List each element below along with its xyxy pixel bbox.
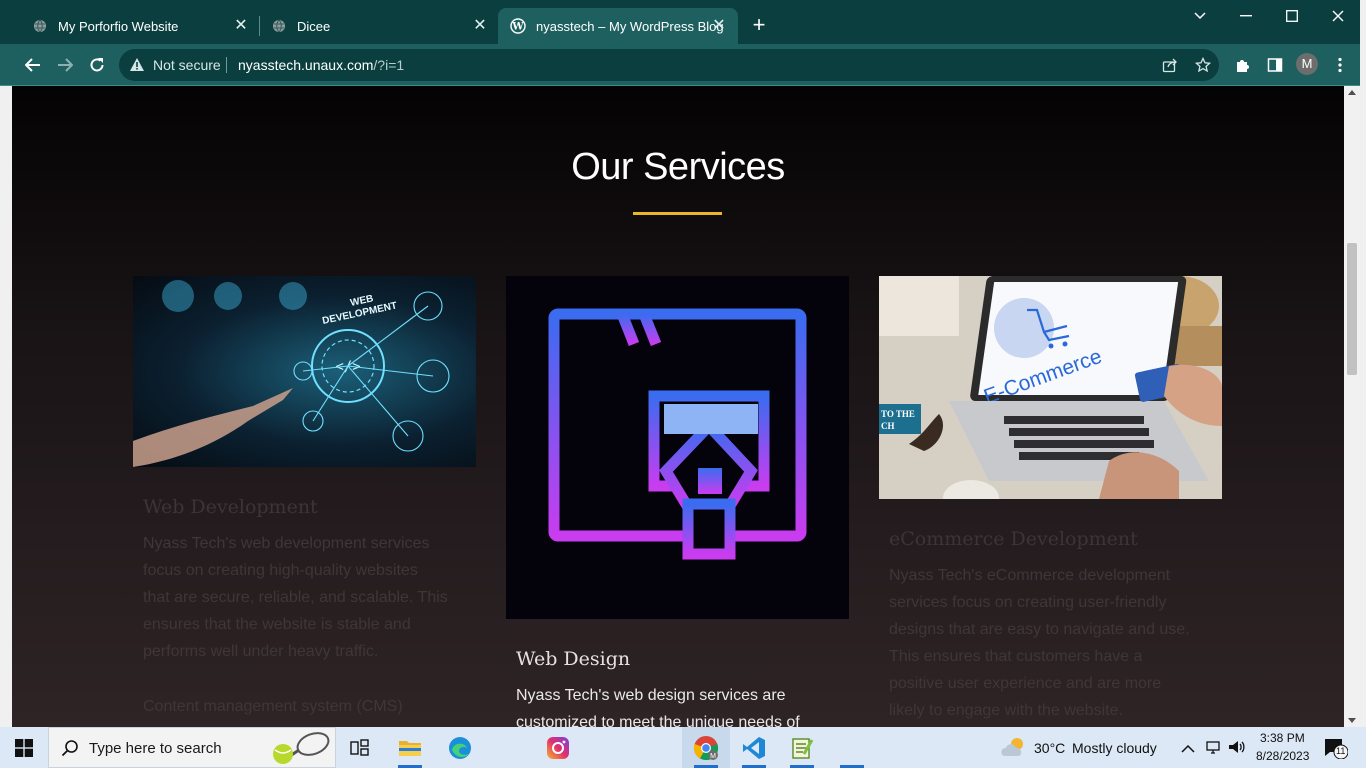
- section-title: Our Services: [571, 146, 785, 188]
- image-sign-line-2: CH: [881, 421, 895, 431]
- card-text-web-design: Nyass Tech's web design services are cus…: [516, 682, 846, 727]
- text-line: This ensures that customers have a: [889, 648, 1143, 665]
- divider: [226, 57, 227, 73]
- close-window-icon[interactable]: [1316, 4, 1360, 28]
- url-domain: nyasstech.unaux.com: [238, 57, 374, 73]
- close-tab-icon[interactable]: ✕: [232, 16, 250, 34]
- maximize-icon[interactable]: [1270, 4, 1314, 28]
- edge-browser-icon[interactable]: [436, 727, 484, 768]
- screen: My Porforfio Website ✕ Dicee ✕ W nyasste…: [0, 0, 1366, 768]
- svg-text:M: M: [710, 753, 716, 760]
- web-design-image: [506, 276, 849, 619]
- side-panel-icon[interactable]: [1262, 52, 1288, 78]
- scroll-down-arrow-icon[interactable]: [1348, 718, 1356, 723]
- weather-cloud-icon[interactable]: [1000, 736, 1028, 763]
- tab-nyasstech[interactable]: W nyasstech – My WordPress Blog ✕: [498, 8, 738, 44]
- weather-description[interactable]: Mostly cloudy: [1072, 740, 1157, 756]
- ecommerce-image: TO THE CH E-Commerce: [879, 276, 1222, 499]
- reload-icon[interactable]: [84, 52, 110, 78]
- new-tab-button[interactable]: +: [748, 14, 770, 36]
- url-text[interactable]: nyasstech.unaux.com/?i=1: [238, 57, 404, 73]
- volume-icon[interactable]: [1228, 739, 1246, 760]
- svg-text:W: W: [511, 22, 524, 33]
- browser-tab-strip: My Porforfio Website ✕ Dicee ✕ W nyasste…: [0, 0, 1366, 44]
- globe-icon: [271, 18, 287, 34]
- back-arrow-icon[interactable]: [20, 52, 46, 78]
- web-development-image: </> WEB DEVELOPMENT: [133, 276, 476, 467]
- forward-arrow-icon[interactable]: [52, 52, 78, 78]
- search-placeholder: Type here to search: [89, 740, 222, 757]
- wordpress-icon: W: [510, 18, 526, 34]
- browser-toolbar: Not secure nyasstech.unaux.com/?i=1 M: [0, 44, 1366, 86]
- text-line: Nyass Tech's web development services: [143, 535, 430, 552]
- text-line: customized to meet the unique needs of: [516, 714, 800, 727]
- text-line: ensures that the website is stable and: [143, 616, 411, 633]
- text-line: services focus on creating user-friendly: [889, 594, 1167, 611]
- text-line: likely to engage with the website.: [889, 702, 1123, 719]
- chrome-browser-icon[interactable]: M: [682, 727, 730, 768]
- tab-title: Dicee: [297, 18, 331, 34]
- vscode-icon[interactable]: [730, 727, 778, 768]
- text-line: focus on creating high-quality websites: [143, 562, 418, 579]
- image-sign-line-1: TO THE: [881, 409, 915, 419]
- page-viewport: Our Services </> WEB DEVELOPMENT Web Dev…: [12, 86, 1344, 727]
- tab-title: nyasstech – My WordPress Blog: [536, 18, 724, 34]
- clock-date[interactable]: 8/28/2023: [1256, 749, 1309, 763]
- globe-icon: [32, 18, 48, 34]
- text-line: Nyass Tech's eCommerce development: [889, 567, 1171, 584]
- security-label[interactable]: Not secure: [153, 57, 221, 73]
- tennis-racket-icon: [263, 728, 335, 768]
- text-line: Nyass Tech's web design services are: [516, 687, 786, 704]
- tab-search-chevron-icon[interactable]: [1178, 4, 1222, 28]
- tray-overflow-chevron-icon[interactable]: [1181, 741, 1195, 759]
- page-left-edge: [0, 86, 12, 727]
- card-title-ecommerce: eCommerce Development: [889, 528, 1138, 550]
- tab-dicee[interactable]: Dicee ✕: [259, 8, 499, 44]
- page-scrollbar[interactable]: [1344, 86, 1360, 727]
- notepad-plus-icon[interactable]: [778, 727, 826, 768]
- text-line: designs that are easy to navigate and us…: [889, 621, 1190, 638]
- taskbar-search-box[interactable]: Type here to search: [48, 727, 336, 768]
- scroll-up-arrow-icon[interactable]: [1348, 90, 1356, 95]
- card-title-web-design: Web Design: [516, 648, 631, 670]
- card-text-web-development: Nyass Tech's web development services fo…: [143, 530, 473, 665]
- scrollbar-thumb[interactable]: [1347, 243, 1357, 375]
- desktop-right-edge: [1360, 0, 1366, 727]
- network-icon[interactable]: [1205, 739, 1221, 760]
- more-menu-icon[interactable]: [1327, 52, 1353, 78]
- bookmark-star-icon[interactable]: [1193, 55, 1213, 75]
- instagram-icon[interactable]: [534, 727, 582, 768]
- share-icon[interactable]: [1160, 55, 1180, 75]
- url-path: /?i=1: [373, 57, 405, 73]
- tab-my-portfolio[interactable]: My Porforfio Website ✕: [20, 8, 260, 44]
- weather-temperature[interactable]: 30°C: [1034, 740, 1065, 756]
- text-line: positive user experience and are more: [889, 675, 1162, 692]
- file-explorer-icon[interactable]: [386, 727, 434, 768]
- extensions-puzzle-icon[interactable]: [1230, 52, 1256, 78]
- text-line: performs well under heavy traffic.: [143, 643, 379, 660]
- title-underline: [633, 212, 722, 215]
- windows-taskbar: Type here to search M 30°C Mostly cloudy…: [0, 727, 1366, 768]
- search-icon: [61, 739, 79, 762]
- warning-triangle-icon[interactable]: [129, 57, 145, 77]
- close-tab-icon[interactable]: ✕: [710, 16, 728, 34]
- close-tab-icon[interactable]: ✕: [471, 16, 489, 34]
- address-bar[interactable]: Not secure nyasstech.unaux.com/?i=1: [119, 49, 1219, 81]
- card-text-ecommerce: Nyass Tech's eCommerce development servi…: [889, 562, 1219, 724]
- card-subheading-cms: Content management system (CMS): [143, 698, 403, 715]
- tab-title: My Porforfio Website: [58, 18, 179, 34]
- windows-start-icon[interactable]: [0, 727, 48, 768]
- text-line: that are secure, reliable, and scalable.…: [143, 589, 448, 606]
- clock-time[interactable]: 3:38 PM: [1260, 731, 1305, 745]
- notification-count: 11: [1336, 746, 1346, 756]
- taskbar-app-slot[interactable]: [828, 727, 876, 768]
- profile-avatar[interactable]: M: [1296, 53, 1318, 75]
- minimize-icon[interactable]: [1224, 4, 1268, 28]
- card-title-web-development: Web Development: [143, 496, 318, 518]
- task-view-icon[interactable]: [336, 727, 384, 768]
